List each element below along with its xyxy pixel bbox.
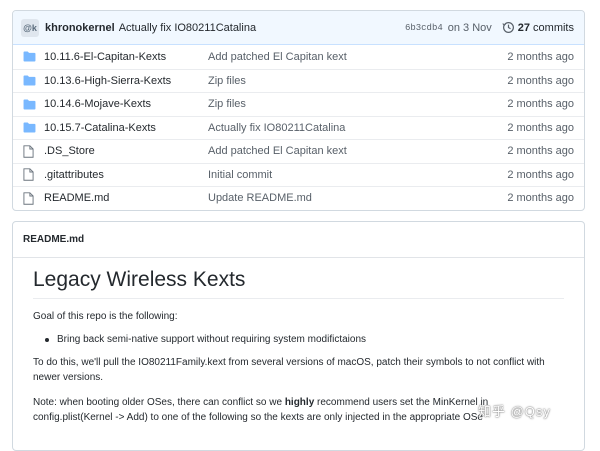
readme-paragraph-2: To do this, we'll pull the IO80211Family… bbox=[33, 357, 545, 383]
commit-sha[interactable]: 6b3cdb4 bbox=[405, 23, 443, 33]
file-commit-message[interactable]: Update README.md bbox=[208, 192, 507, 204]
commits-label: commits bbox=[533, 21, 574, 34]
file-icon bbox=[23, 168, 37, 181]
folder-icon bbox=[23, 51, 37, 62]
file-commit-message[interactable]: Zip files bbox=[208, 75, 507, 87]
commit-count: 27 bbox=[517, 21, 531, 34]
commit-author[interactable]: khronokernel bbox=[45, 22, 115, 34]
folder-icon bbox=[23, 99, 37, 110]
file-name-link[interactable]: 10.13.6-High-Sierra-Kexts bbox=[44, 75, 208, 87]
file-icon bbox=[23, 192, 37, 205]
file-age: 2 months ago bbox=[507, 74, 574, 87]
file-row[interactable]: .gitattributes Initial commit 2 months ago bbox=[13, 162, 584, 187]
file-row[interactable]: .DS_Store Add patched El Capitan kext 2 mo… bbox=[13, 139, 584, 163]
file-commit-message[interactable]: Actually fix IO80211Catalina bbox=[208, 122, 507, 134]
bullet-icon bbox=[45, 337, 49, 342]
file-row[interactable]: README.md Update README.md 2 months ago bbox=[13, 186, 584, 210]
file-browser: @k khronokernel Actually fix IO80211Cata… bbox=[12, 10, 585, 211]
readme-list: Bring back semi-native support without r… bbox=[33, 334, 564, 345]
folder-icon bbox=[23, 122, 37, 133]
commits-link[interactable]: 27 commits bbox=[502, 21, 574, 34]
file-age: 2 months ago bbox=[507, 192, 574, 205]
folder-icon bbox=[23, 75, 37, 86]
file-name-link[interactable]: .gitattributes bbox=[44, 169, 208, 181]
file-row[interactable]: 10.15.7-Catalina-Kexts Actually fix IO802… bbox=[13, 115, 584, 140]
para3-suffix: recommend users set the MinKernel in bbox=[314, 397, 489, 408]
file-icon bbox=[23, 145, 37, 158]
file-commit-message[interactable]: Zip files bbox=[208, 98, 507, 110]
file-age: 2 months ago bbox=[507, 50, 574, 63]
file-name-link[interactable]: .DS_Store bbox=[44, 145, 208, 157]
file-name-link[interactable]: 10.11.6-El-Capitan-Kexts bbox=[44, 51, 208, 63]
file-commit-message[interactable]: Add patched El Capitan kext bbox=[208, 51, 507, 63]
file-commit-message[interactable]: Add patched El Capitan kext bbox=[208, 145, 507, 157]
file-age: 2 months ago bbox=[507, 98, 574, 111]
para3-prefix: Note: when booting older OSes, there can… bbox=[33, 397, 285, 408]
commit-date: on 3 Nov bbox=[447, 21, 492, 34]
latest-commit-bar: @k khronokernel Actually fix IO80211Cata… bbox=[13, 11, 584, 45]
history-icon bbox=[502, 22, 514, 33]
commit-message[interactable]: Actually fix IO80211Catalina bbox=[119, 22, 405, 34]
file-row[interactable]: 10.13.6-High-Sierra-Kexts Zip files 2 mont… bbox=[13, 68, 584, 93]
readme-goal: Goal of this repo is the following: bbox=[33, 311, 178, 322]
author-avatar[interactable]: @k bbox=[21, 18, 39, 37]
file-name-link[interactable]: README.md bbox=[44, 192, 208, 204]
para4-text: config.plist(Kernel -> Add) to one of th… bbox=[33, 412, 483, 423]
file-commit-message[interactable]: Initial commit bbox=[208, 169, 507, 181]
zhihu-watermark: 知乎 @Qsy bbox=[478, 404, 551, 419]
file-age: 2 months ago bbox=[507, 121, 574, 134]
readme-header[interactable]: README.md bbox=[13, 222, 584, 258]
readme-title: Legacy Wireless Kexts bbox=[33, 268, 564, 299]
file-name-link[interactable]: 10.14.6-Mojave-Kexts bbox=[44, 98, 208, 110]
file-name-link[interactable]: 10.15.7-Catalina-Kexts bbox=[44, 122, 208, 134]
list-item: Bring back semi-native support without r… bbox=[45, 334, 564, 345]
file-age: 2 months ago bbox=[507, 145, 574, 158]
bullet-text: Bring back semi-native support without r… bbox=[57, 334, 367, 345]
file-list: 10.11.6-El-Capitan-Kexts Add patched El C… bbox=[13, 45, 584, 210]
file-row[interactable]: 10.11.6-El-Capitan-Kexts Add patched El C… bbox=[13, 45, 584, 69]
file-age: 2 months ago bbox=[507, 168, 574, 181]
file-row[interactable]: 10.14.6-Mojave-Kexts Zip files 2 months ag… bbox=[13, 92, 584, 116]
para3-bold: highly bbox=[284, 397, 315, 408]
